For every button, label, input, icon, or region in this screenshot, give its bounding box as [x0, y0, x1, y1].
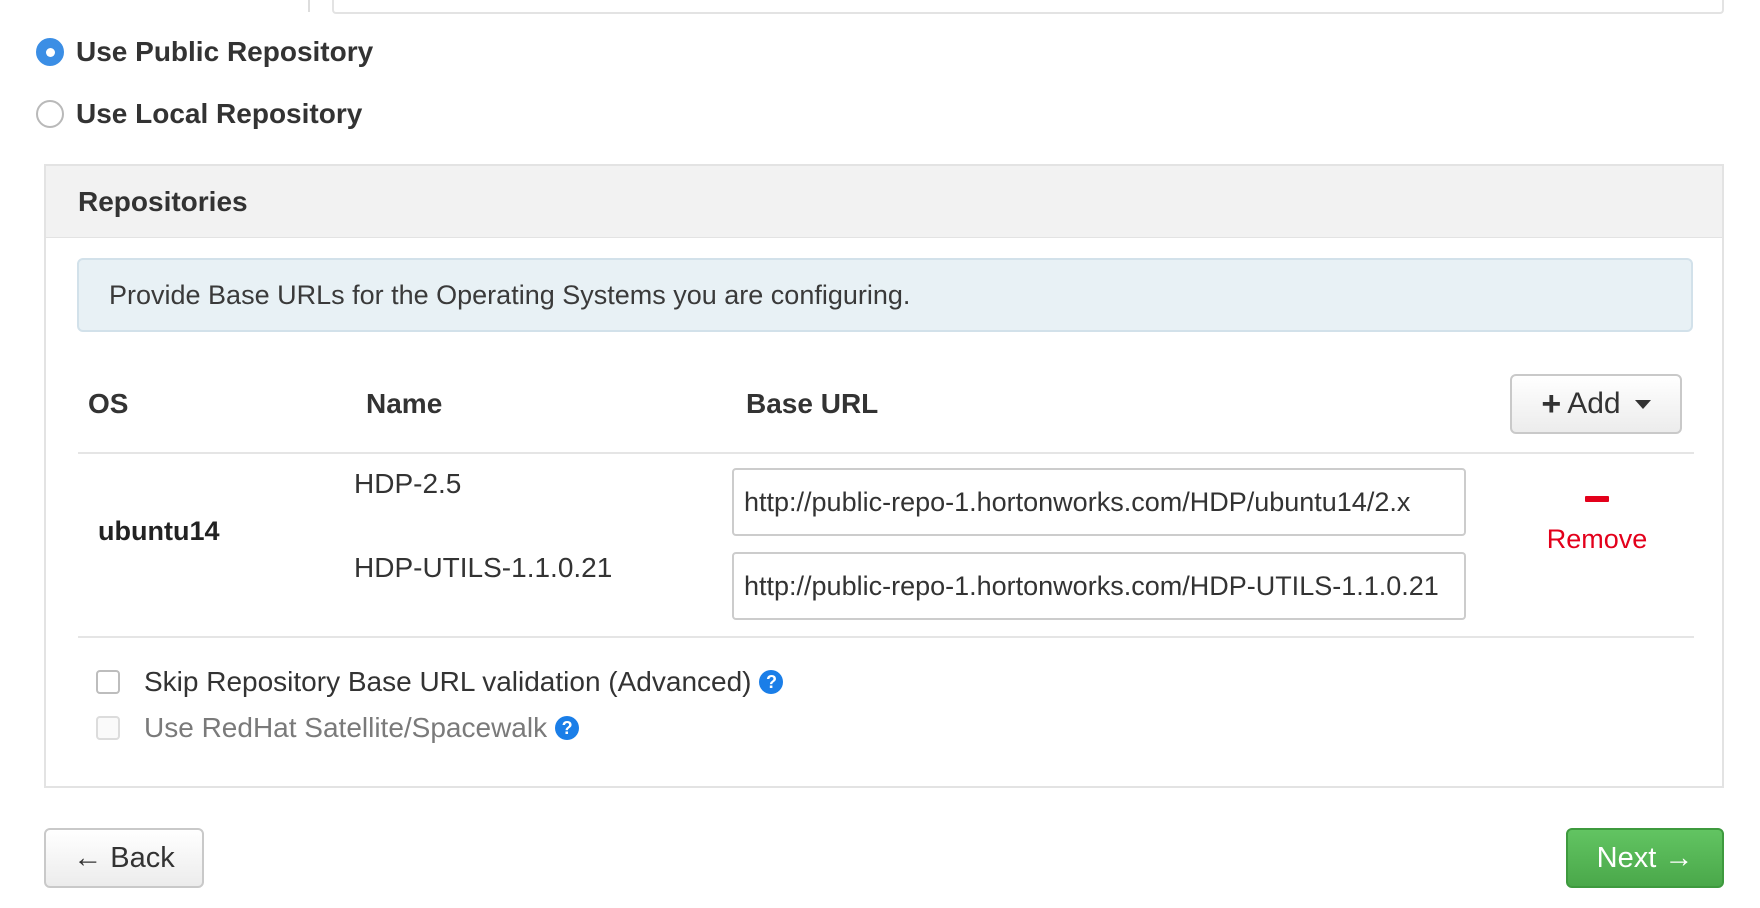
back-button[interactable]: ← Back — [44, 828, 204, 888]
remove-os-button[interactable]: Remove — [1532, 496, 1662, 555]
repositories-heading: Repositories — [46, 166, 1722, 238]
plus-icon: + — [1541, 385, 1562, 423]
local-repository-option[interactable]: Use Local Repository — [36, 98, 362, 130]
remove-label: Remove — [1546, 524, 1648, 554]
add-os-dropdown-button[interactable]: + Add — [1510, 374, 1682, 434]
skip-validation-label: Skip Repository Base URL validation (Adv… — [144, 666, 752, 697]
repo-name: HDP-2.5 — [354, 468, 462, 499]
table-divider-top — [78, 452, 1694, 454]
public-repository-option[interactable]: Use Public Repository — [36, 36, 373, 68]
public-repository-radio[interactable] — [36, 38, 64, 66]
table-divider-bottom — [78, 636, 1694, 638]
back-label: ← Back — [73, 841, 175, 874]
info-text: Provide Base URLs for the Operating Syst… — [109, 279, 911, 310]
info-alert: Provide Base URLs for the Operating Syst… — [77, 258, 1693, 332]
column-header-base-url: Base URL — [746, 388, 879, 419]
next-button[interactable]: Next → — [1566, 828, 1724, 888]
os-name: ubuntu14 — [98, 516, 220, 546]
caret-down-icon — [1634, 399, 1651, 409]
column-header-name: Name — [366, 388, 443, 419]
previous-section-box — [332, 0, 1724, 14]
next-label: Next → — [1596, 841, 1694, 874]
public-repository-label: Use Public Repository — [76, 36, 374, 67]
base-url-input[interactable] — [732, 468, 1466, 536]
local-repository-label: Use Local Repository — [76, 98, 363, 129]
repository-setup-page: Use Public Repository Use Local Reposito… — [0, 0, 1760, 908]
help-icon[interactable]: ? — [759, 670, 784, 694]
satellite-label: Use RedHat Satellite/Spacewalk — [144, 712, 548, 743]
skip-validation-option[interactable]: Skip Repository Base URL validation (Adv… — [96, 666, 784, 698]
add-label: Add — [1567, 387, 1621, 420]
satellite-checkbox — [96, 716, 120, 740]
skip-validation-checkbox[interactable] — [96, 670, 120, 694]
local-repository-radio[interactable] — [36, 100, 64, 128]
repositories-panel: Repositories Provide Base URLs for the O… — [44, 164, 1724, 788]
help-icon[interactable]: ? — [555, 716, 580, 740]
satellite-option: Use RedHat Satellite/Spacewalk ? — [96, 712, 580, 744]
base-url-input[interactable] — [732, 552, 1466, 620]
column-header-os: OS — [88, 388, 129, 419]
minus-icon — [1585, 496, 1609, 502]
repo-name: HDP-UTILS-1.1.0.21 — [354, 552, 613, 583]
top-divider — [308, 0, 310, 12]
